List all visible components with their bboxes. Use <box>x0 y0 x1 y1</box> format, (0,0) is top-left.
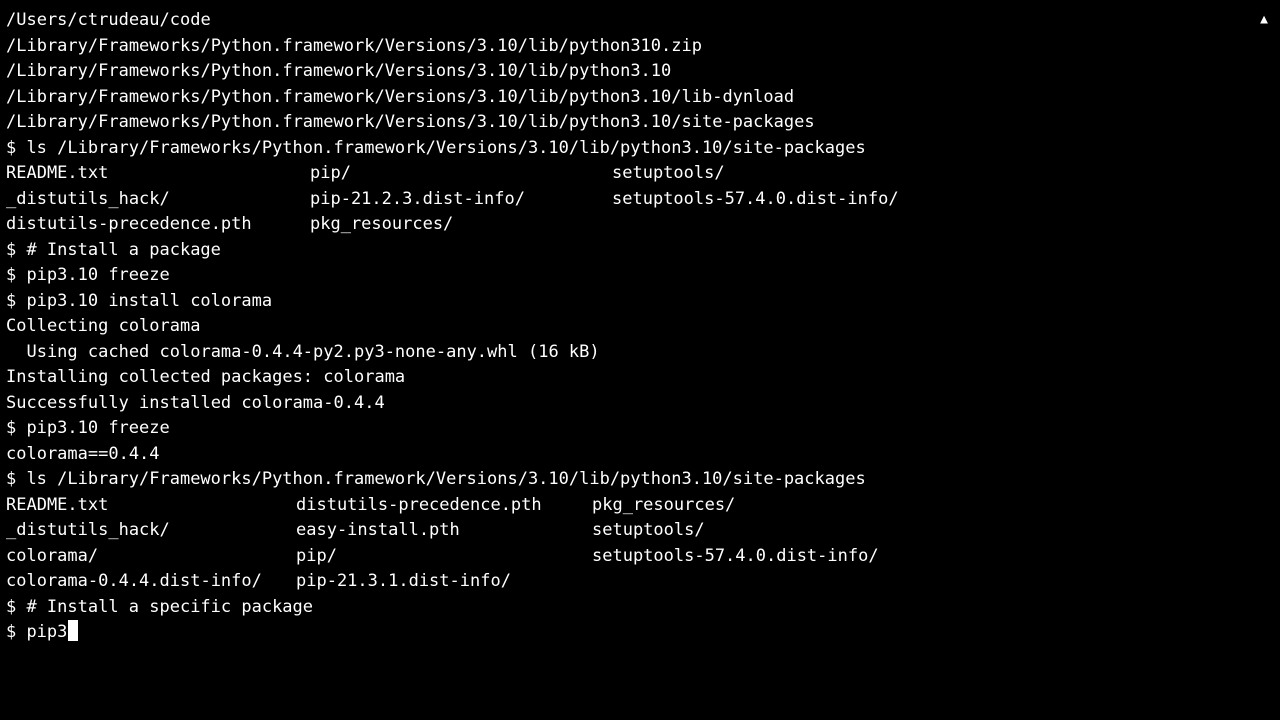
ls-item: setuptools-57.4.0.dist-info/ <box>592 544 1274 570</box>
ls-output-row: colorama/ pip/ setuptools-57.4.0.dist-in… <box>6 544 1274 570</box>
active-command-line[interactable]: $ pip3 <box>6 620 1274 646</box>
ls-item: pip/ <box>310 161 612 187</box>
ls-item: _distutils_hack/ <box>6 187 310 213</box>
command-text: pip3.10 freeze <box>26 263 169 289</box>
terminal-area[interactable]: /Users/ctrudeau/code /Library/Frameworks… <box>6 8 1274 646</box>
ls-item: pkg_resources/ <box>592 493 1274 519</box>
ls-item: easy-install.pth <box>296 518 592 544</box>
ls-item: pip/ <box>296 544 592 570</box>
prompt-symbol: $ <box>6 263 26 289</box>
ls-item: colorama/ <box>6 544 296 570</box>
prompt-symbol: $ <box>6 467 26 493</box>
output-line: /Users/ctrudeau/code <box>6 8 1274 34</box>
ls-item: distutils-precedence.pth <box>296 493 592 519</box>
prompt-symbol: $ <box>6 238 26 264</box>
ls-output-row: colorama-0.4.4.dist-info/ pip-21.3.1.dis… <box>6 569 1274 595</box>
ls-output-row: distutils-precedence.pth pkg_resources/ <box>6 212 1274 238</box>
command-line: $ # Install a package <box>6 238 1274 264</box>
comment-text: # Install a package <box>26 238 220 264</box>
output-line: Using cached colorama-0.4.4-py2.py3-none… <box>6 340 1274 366</box>
ls-item: README.txt <box>6 493 296 519</box>
ls-output-row: _distutils_hack/ pip-21.2.3.dist-info/ s… <box>6 187 1274 213</box>
ls-item: pkg_resources/ <box>310 212 612 238</box>
command-line: $ pip3.10 freeze <box>6 263 1274 289</box>
ls-item: README.txt <box>6 161 310 187</box>
output-line: /Library/Frameworks/Python.framework/Ver… <box>6 85 1274 111</box>
command-text: ls /Library/Frameworks/Python.framework/… <box>26 467 865 493</box>
output-line: Collecting colorama <box>6 314 1274 340</box>
command-text: pip3.10 install colorama <box>26 289 272 315</box>
ls-output-row: _distutils_hack/ easy-install.pth setupt… <box>6 518 1274 544</box>
ls-output-row: README.txt pip/ setuptools/ <box>6 161 1274 187</box>
typing-text: pip3 <box>26 620 67 646</box>
ls-item: colorama-0.4.4.dist-info/ <box>6 569 296 595</box>
ls-item: _distutils_hack/ <box>6 518 296 544</box>
prompt-symbol: $ <box>6 620 26 646</box>
ls-item: setuptools/ <box>612 161 1274 187</box>
command-text: pip3.10 freeze <box>26 416 169 442</box>
ls-item: pip-21.2.3.dist-info/ <box>310 187 612 213</box>
output-line: Installing collected packages: colorama <box>6 365 1274 391</box>
comment-text: # Install a specific package <box>26 595 313 621</box>
ls-item: pip-21.3.1.dist-info/ <box>296 569 592 595</box>
prompt-symbol: $ <box>6 136 26 162</box>
command-line: $ ls /Library/Frameworks/Python.framewor… <box>6 467 1274 493</box>
command-text: ls /Library/Frameworks/Python.framework/… <box>26 136 865 162</box>
command-line: $ ls /Library/Frameworks/Python.framewor… <box>6 136 1274 162</box>
prompt-symbol: $ <box>6 595 26 621</box>
ls-item: setuptools-57.4.0.dist-info/ <box>612 187 1274 213</box>
ls-item: distutils-precedence.pth <box>6 212 310 238</box>
ls-output-row: README.txt distutils-precedence.pth pkg_… <box>6 493 1274 519</box>
command-line: $ pip3.10 freeze <box>6 416 1274 442</box>
prompt-symbol: $ <box>6 416 26 442</box>
prompt-symbol: $ <box>6 289 26 315</box>
cursor-icon <box>68 620 78 641</box>
scroll-up-icon: ▲ <box>1260 10 1268 30</box>
output-line: colorama==0.4.4 <box>6 442 1274 468</box>
command-line: $ pip3.10 install colorama <box>6 289 1274 315</box>
output-line: /Library/Frameworks/Python.framework/Ver… <box>6 59 1274 85</box>
command-line: $ # Install a specific package <box>6 595 1274 621</box>
output-line: /Library/Frameworks/Python.framework/Ver… <box>6 110 1274 136</box>
output-line: Successfully installed colorama-0.4.4 <box>6 391 1274 417</box>
output-line: /Library/Frameworks/Python.framework/Ver… <box>6 34 1274 60</box>
ls-item: setuptools/ <box>592 518 1274 544</box>
